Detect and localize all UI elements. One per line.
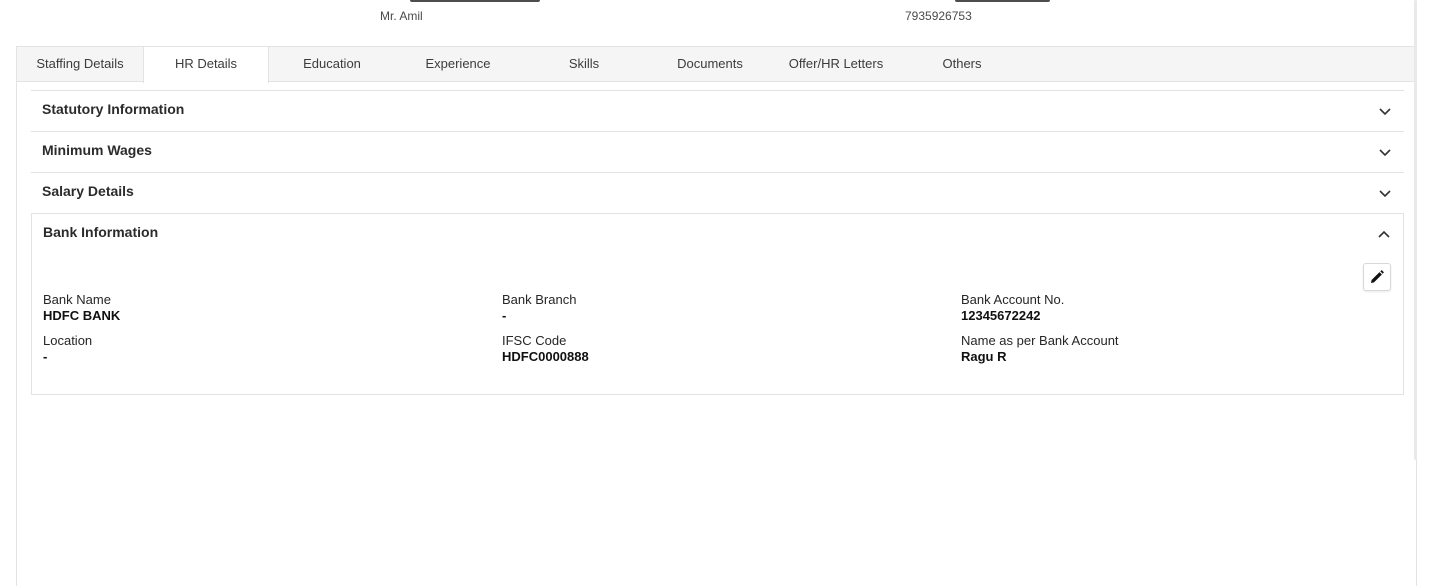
mobile-label-cropped [955, 0, 1050, 2]
minimum-wages-header[interactable]: Minimum Wages [31, 132, 1404, 172]
tab-education[interactable]: Education [269, 47, 395, 82]
tab-skills[interactable]: Skills [521, 47, 647, 82]
tab-bar: Staffing Details HR Details Education Ex… [17, 47, 1416, 83]
employee-details-card: Staffing Details HR Details Education Ex… [16, 46, 1417, 586]
pencil-icon [1371, 270, 1384, 283]
tab-offer-hr-letters[interactable]: Offer/HR Letters [773, 47, 899, 82]
tab-staffing-details[interactable]: Staffing Details [17, 47, 143, 82]
field-label: Location [43, 333, 93, 348]
field-value: HDFC0000888 [502, 349, 589, 364]
tab-documents[interactable]: Documents [647, 47, 773, 82]
field-value: 12345672242 [961, 308, 1041, 323]
section-bank-information: Bank Information Bank Name HDFC BANK Ban… [31, 213, 1404, 395]
section-title: Bank Information [43, 224, 159, 240]
field-bank-name: Bank Name HDFC BANK [43, 292, 443, 324]
field-value: Ragu R [961, 349, 1007, 364]
section-title: Minimum Wages [42, 142, 152, 158]
hr-details-sections: Statutory Information Minimum Wages Sala… [31, 90, 1404, 395]
section-statutory-information: Statutory Information [31, 90, 1404, 131]
employee-header-partial: Mr. Amil 7935926753 [0, 0, 1431, 40]
field-value: - [43, 349, 48, 364]
page-scrollbar[interactable] [1414, 0, 1417, 460]
field-location: Location - [43, 333, 443, 365]
chevron-down-icon [1379, 149, 1391, 157]
section-salary-details: Salary Details [31, 172, 1404, 213]
reporting-manager-label-cropped [410, 0, 540, 2]
field-bank-account-no: Bank Account No. 12345672242 [961, 292, 1361, 324]
statutory-information-header[interactable]: Statutory Information [31, 91, 1404, 131]
section-title: Salary Details [42, 183, 134, 199]
field-value: - [502, 308, 507, 323]
tab-experience[interactable]: Experience [395, 47, 521, 82]
field-ifsc-code: IFSC Code HDFC0000888 [502, 333, 902, 365]
field-label: IFSC Code [502, 333, 567, 348]
tab-hr-details[interactable]: HR Details [143, 47, 269, 83]
section-title: Statutory Information [42, 101, 185, 117]
edit-bank-information-button[interactable] [1363, 263, 1391, 291]
tab-others[interactable]: Others [899, 47, 1025, 82]
field-label: Bank Name [43, 292, 111, 307]
mobile-value: 7935926753 [905, 9, 972, 23]
field-label: Bank Account No. [961, 292, 1065, 307]
reporting-manager-value: Mr. Amil [380, 9, 423, 23]
section-minimum-wages: Minimum Wages [31, 131, 1404, 172]
field-label: Name as per Bank Account [961, 333, 1119, 348]
field-bank-branch: Bank Branch - [502, 292, 902, 324]
chevron-up-icon [1378, 230, 1390, 238]
chevron-down-icon [1379, 190, 1391, 198]
salary-details-header[interactable]: Salary Details [31, 173, 1404, 213]
chevron-down-icon [1379, 108, 1391, 116]
field-name-as-per-bank-account: Name as per Bank Account Ragu R [961, 333, 1361, 365]
field-value: HDFC BANK [43, 308, 121, 323]
employee-profile-page: Mr. Amil 7935926753 Staffing Details HR … [0, 0, 1431, 586]
field-label: Bank Branch [502, 292, 577, 307]
bank-information-header[interactable]: Bank Information [32, 214, 1403, 254]
